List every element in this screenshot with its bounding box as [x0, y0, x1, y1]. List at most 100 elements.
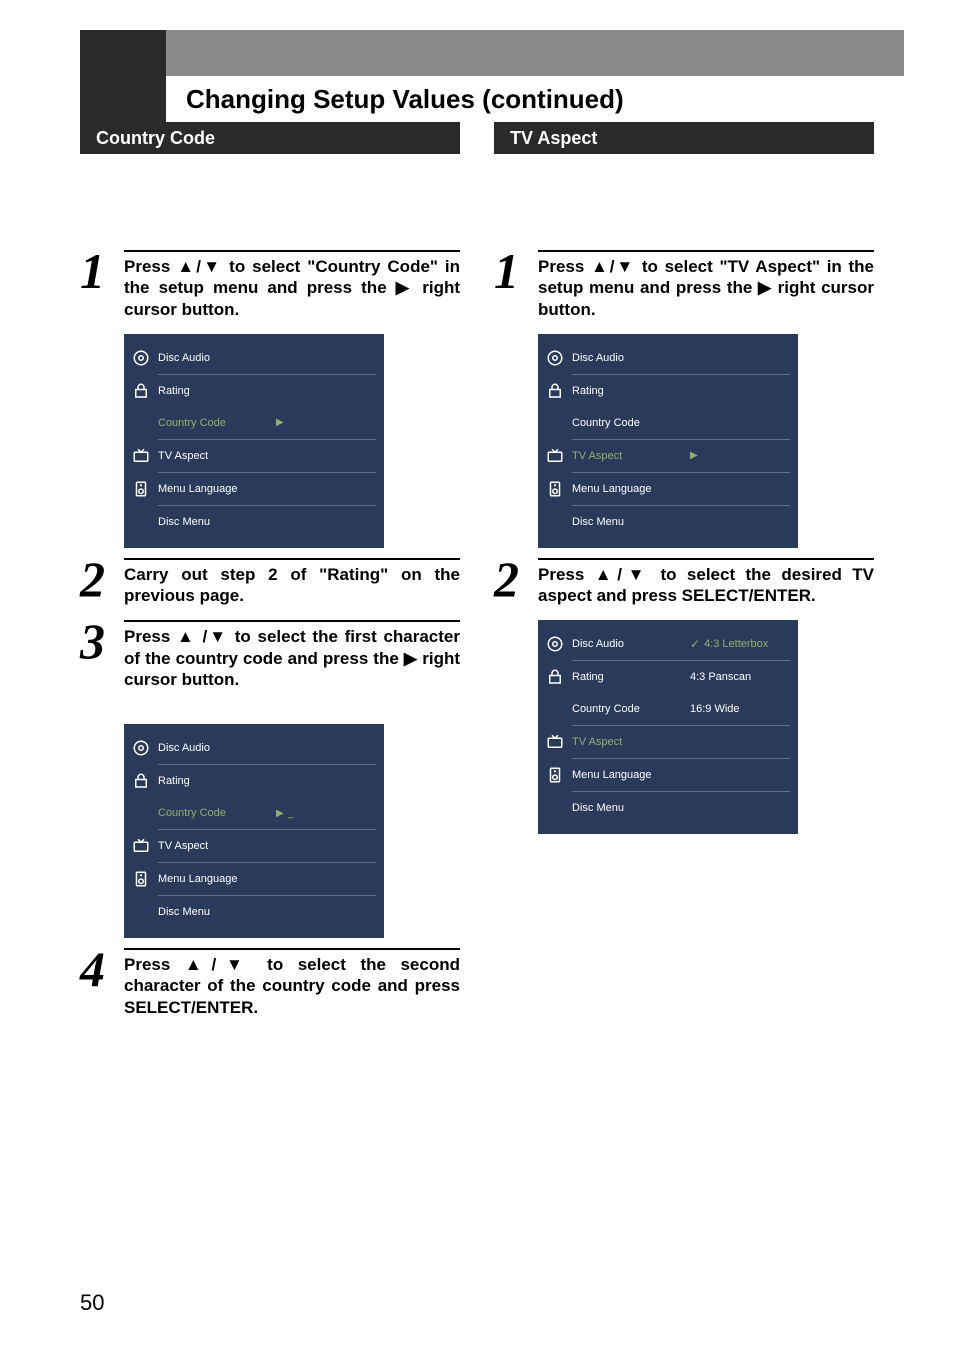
menu-row: Disc Audio — [132, 342, 376, 374]
menu-value: ✓4:3 Letterbox — [690, 637, 790, 651]
arrow-right-icon: ▶ — [276, 808, 284, 819]
menu-value-text: 4:3 Letterbox — [704, 638, 768, 650]
menu-label: Country Code — [572, 703, 690, 715]
menu-row: Disc Menu — [132, 896, 376, 928]
menu-label: Disc Audio — [158, 742, 276, 754]
menu-row: Country Code16:9 Wide — [546, 693, 790, 725]
menu-value-text: 16:9 Wide — [690, 703, 740, 715]
menu-label: Disc Audio — [158, 352, 276, 364]
menu-row: Menu Language — [546, 473, 790, 505]
menu-label: TV Aspect — [572, 450, 690, 462]
menu-row: Menu Language — [132, 863, 376, 895]
cursor-underscore: _ — [288, 807, 294, 819]
menu-value: ▶_ — [276, 807, 376, 819]
menu-label: Disc Menu — [572, 516, 690, 528]
speaker-icon — [546, 766, 564, 784]
lock-icon — [546, 382, 564, 400]
header-dark-block — [80, 30, 166, 76]
menu-row: Disc Audio — [546, 342, 790, 374]
blank-icon — [132, 414, 150, 432]
menu-row: Rating — [132, 765, 376, 797]
setup-menu-3: Disc Audio Rating Country Code TV Aspect▶ Me… — [538, 334, 798, 548]
menu-row: Menu Language — [546, 759, 790, 791]
arrow-right-icon: ▶ — [690, 450, 698, 461]
step-text: Press ▲ /▼ to select the first character… — [124, 620, 460, 690]
lock-icon — [546, 668, 564, 686]
tv-icon — [132, 447, 150, 465]
step-2-left: 2 Carry out step 2 of "Rating" on the pr… — [80, 558, 460, 607]
step-text: Carry out step 2 of "Rating" on the prev… — [124, 558, 460, 607]
section-header-tv-aspect: TV Aspect — [494, 122, 874, 154]
disc-icon — [546, 635, 564, 653]
menu-label: Disc Menu — [158, 516, 276, 528]
step-number: 4 — [80, 948, 124, 990]
menu-label: Rating — [572, 385, 690, 397]
menu-label: Disc Menu — [572, 802, 690, 814]
menu-row: Disc Audio✓4:3 Letterbox — [546, 628, 790, 660]
lock-icon — [132, 772, 150, 790]
blank-icon — [546, 513, 564, 531]
menu-label: Menu Language — [572, 769, 690, 781]
menu-label: Country Code — [158, 807, 276, 819]
menu-row: TV Aspect — [132, 440, 376, 472]
setup-menu-2: Disc AudioRatingCountry Code▶_TV AspectM… — [124, 724, 384, 938]
speaker-icon — [546, 480, 564, 498]
step-text: Press ▲/▼ to select the second character… — [124, 948, 460, 1018]
menu-value: 4:3 Panscan — [690, 671, 790, 683]
menu-row: Disc Menu — [546, 506, 790, 538]
menu-label: TV Aspect — [158, 450, 276, 462]
setup-menu-4: Disc Audio✓4:3 LetterboxRating4:3 Pansca… — [538, 620, 798, 834]
step-1-right: 1 Press ▲/▼ to select "TV Aspect" in the… — [494, 250, 874, 320]
speaker-icon — [132, 870, 150, 888]
menu-label: Disc Menu — [158, 906, 276, 918]
menu-row: Disc Menu — [546, 792, 790, 824]
spacer — [494, 154, 874, 244]
menu-label: Menu Language — [158, 873, 276, 885]
step-number: 3 — [80, 620, 124, 662]
tv-icon — [132, 837, 150, 855]
content-columns: Country Code 1 Press ▲/▼ to select "Coun… — [80, 122, 904, 1018]
menu-row: Rating — [132, 375, 376, 407]
menu-label: Country Code — [158, 417, 276, 429]
menu-label: Menu Language — [572, 483, 690, 495]
menu-label: TV Aspect — [572, 736, 690, 748]
menu-row: Disc Menu — [132, 506, 376, 538]
right-column: TV Aspect 1 Press ▲/▼ to select "TV Aspe… — [494, 122, 874, 1018]
menu-label: Disc Audio — [572, 352, 690, 364]
tv-icon — [546, 447, 564, 465]
menu-row: Menu Language — [132, 473, 376, 505]
spacer — [80, 154, 460, 244]
arrow-right-icon: ▶ — [276, 417, 284, 428]
menu-label: Rating — [158, 775, 276, 787]
menu-row: TV Aspect — [546, 726, 790, 758]
step-number: 2 — [494, 558, 538, 600]
blank-icon — [132, 513, 150, 531]
left-column: Country Code 1 Press ▲/▼ to select "Coun… — [80, 122, 460, 1018]
speaker-icon — [132, 480, 150, 498]
step-2-right: 2 Press ▲/▼ to select the desired TV asp… — [494, 558, 874, 607]
blank-icon — [546, 799, 564, 817]
step-4-left: 4 Press ▲/▼ to select the second charact… — [80, 948, 460, 1018]
step-number: 1 — [80, 250, 124, 292]
header-title-row: Changing Setup Values (continued) — [80, 76, 904, 122]
menu-value: ▶ — [690, 450, 790, 461]
section-header-country-code: Country Code — [80, 122, 460, 154]
page: Changing Setup Values (continued) Countr… — [0, 0, 954, 1346]
step-text: Press ▲/▼ to select "Country Code" in th… — [124, 250, 460, 320]
menu-row: TV Aspect▶ — [546, 440, 790, 472]
header-dark-block-2 — [80, 76, 166, 122]
menu-value: 16:9 Wide — [690, 703, 790, 715]
blank-icon — [546, 414, 564, 432]
menu-label: Country Code — [572, 417, 690, 429]
blank-icon — [132, 903, 150, 921]
step-number: 2 — [80, 558, 124, 600]
disc-icon — [546, 349, 564, 367]
lock-icon — [132, 382, 150, 400]
menu-label: Rating — [158, 385, 276, 397]
menu-row: Rating4:3 Panscan — [546, 661, 790, 693]
menu-value-text: 4:3 Panscan — [690, 671, 751, 683]
tv-icon — [546, 733, 564, 751]
menu-label: Menu Language — [158, 483, 276, 495]
menu-row: Disc Audio — [132, 732, 376, 764]
menu-value: ▶ — [276, 417, 376, 428]
